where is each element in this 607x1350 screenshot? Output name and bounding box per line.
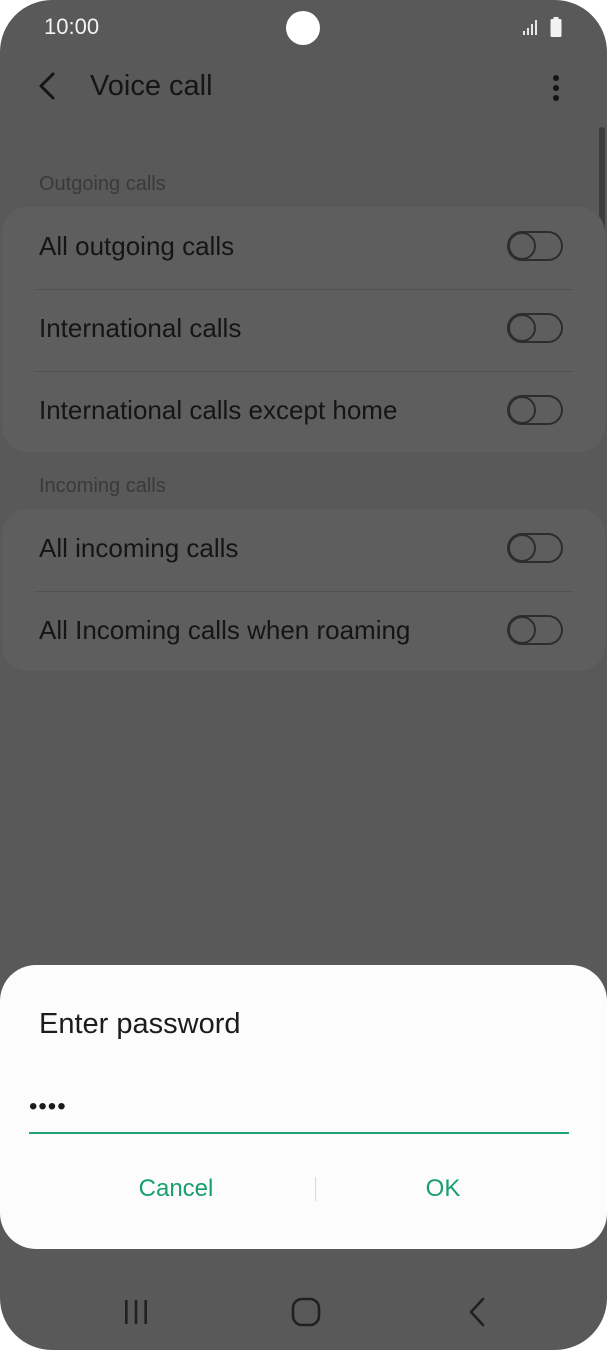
- password-input[interactable]: [29, 1082, 569, 1134]
- status-time: 10:00: [44, 14, 100, 39]
- list-item[interactable]: All outgoing calls: [2, 207, 605, 289]
- outgoing-calls-card: All outgoing calls International calls I…: [2, 207, 605, 452]
- divider: [34, 371, 573, 372]
- list-item-label: International calls except home: [39, 395, 398, 425]
- signal-icon: [523, 20, 537, 35]
- camera-cutout: [286, 11, 320, 45]
- toggle-switch[interactable]: [507, 615, 563, 645]
- cancel-button[interactable]: Cancel: [40, 1163, 312, 1215]
- toggle-knob: [508, 616, 536, 644]
- list-item[interactable]: All incoming calls: [2, 509, 605, 591]
- home-icon[interactable]: [276, 1290, 336, 1336]
- chevron-left-icon[interactable]: [30, 66, 70, 106]
- toggle-switch[interactable]: [507, 313, 563, 343]
- toggle-switch[interactable]: [507, 231, 563, 261]
- toggle-switch[interactable]: [507, 395, 563, 425]
- navigation-bar: [0, 1280, 607, 1350]
- password-dialog: Enter password Cancel OK: [0, 965, 607, 1249]
- list-item-label: International calls: [39, 313, 242, 343]
- list-item-label: All incoming calls: [39, 533, 239, 563]
- recent-apps-icon[interactable]: [106, 1290, 166, 1336]
- toggle-knob: [508, 396, 536, 424]
- divider: [34, 289, 573, 290]
- list-item[interactable]: International calls except home: [2, 371, 605, 453]
- back-icon[interactable]: [446, 1290, 506, 1336]
- status-bar: 10:00: [0, 0, 607, 56]
- incoming-calls-card: All incoming calls All Incoming calls wh…: [2, 509, 605, 671]
- page-title: Voice call: [90, 70, 213, 102]
- list-item[interactable]: International calls: [2, 289, 605, 371]
- list-item[interactable]: All Incoming calls when roaming: [2, 591, 605, 673]
- section-label-incoming: Incoming calls: [39, 475, 166, 497]
- list-item-label: All outgoing calls: [39, 231, 235, 261]
- more-vertical-icon[interactable]: [540, 68, 572, 108]
- battery-icon: [550, 17, 562, 37]
- phone-screen: 10:00 Voice call Outgoing calls All outg…: [0, 0, 607, 1350]
- button-divider: [315, 1177, 316, 1201]
- divider: [34, 591, 573, 592]
- app-bar: Voice call: [0, 58, 607, 118]
- toggle-knob: [508, 232, 536, 260]
- toggle-switch[interactable]: [507, 533, 563, 563]
- toggle-knob: [508, 314, 536, 342]
- list-item-label: All Incoming calls when roaming: [39, 615, 411, 645]
- ok-button[interactable]: OK: [318, 1163, 568, 1215]
- section-label-outgoing: Outgoing calls: [39, 173, 166, 195]
- toggle-knob: [508, 534, 536, 562]
- dialog-title: Enter password: [39, 1008, 241, 1040]
